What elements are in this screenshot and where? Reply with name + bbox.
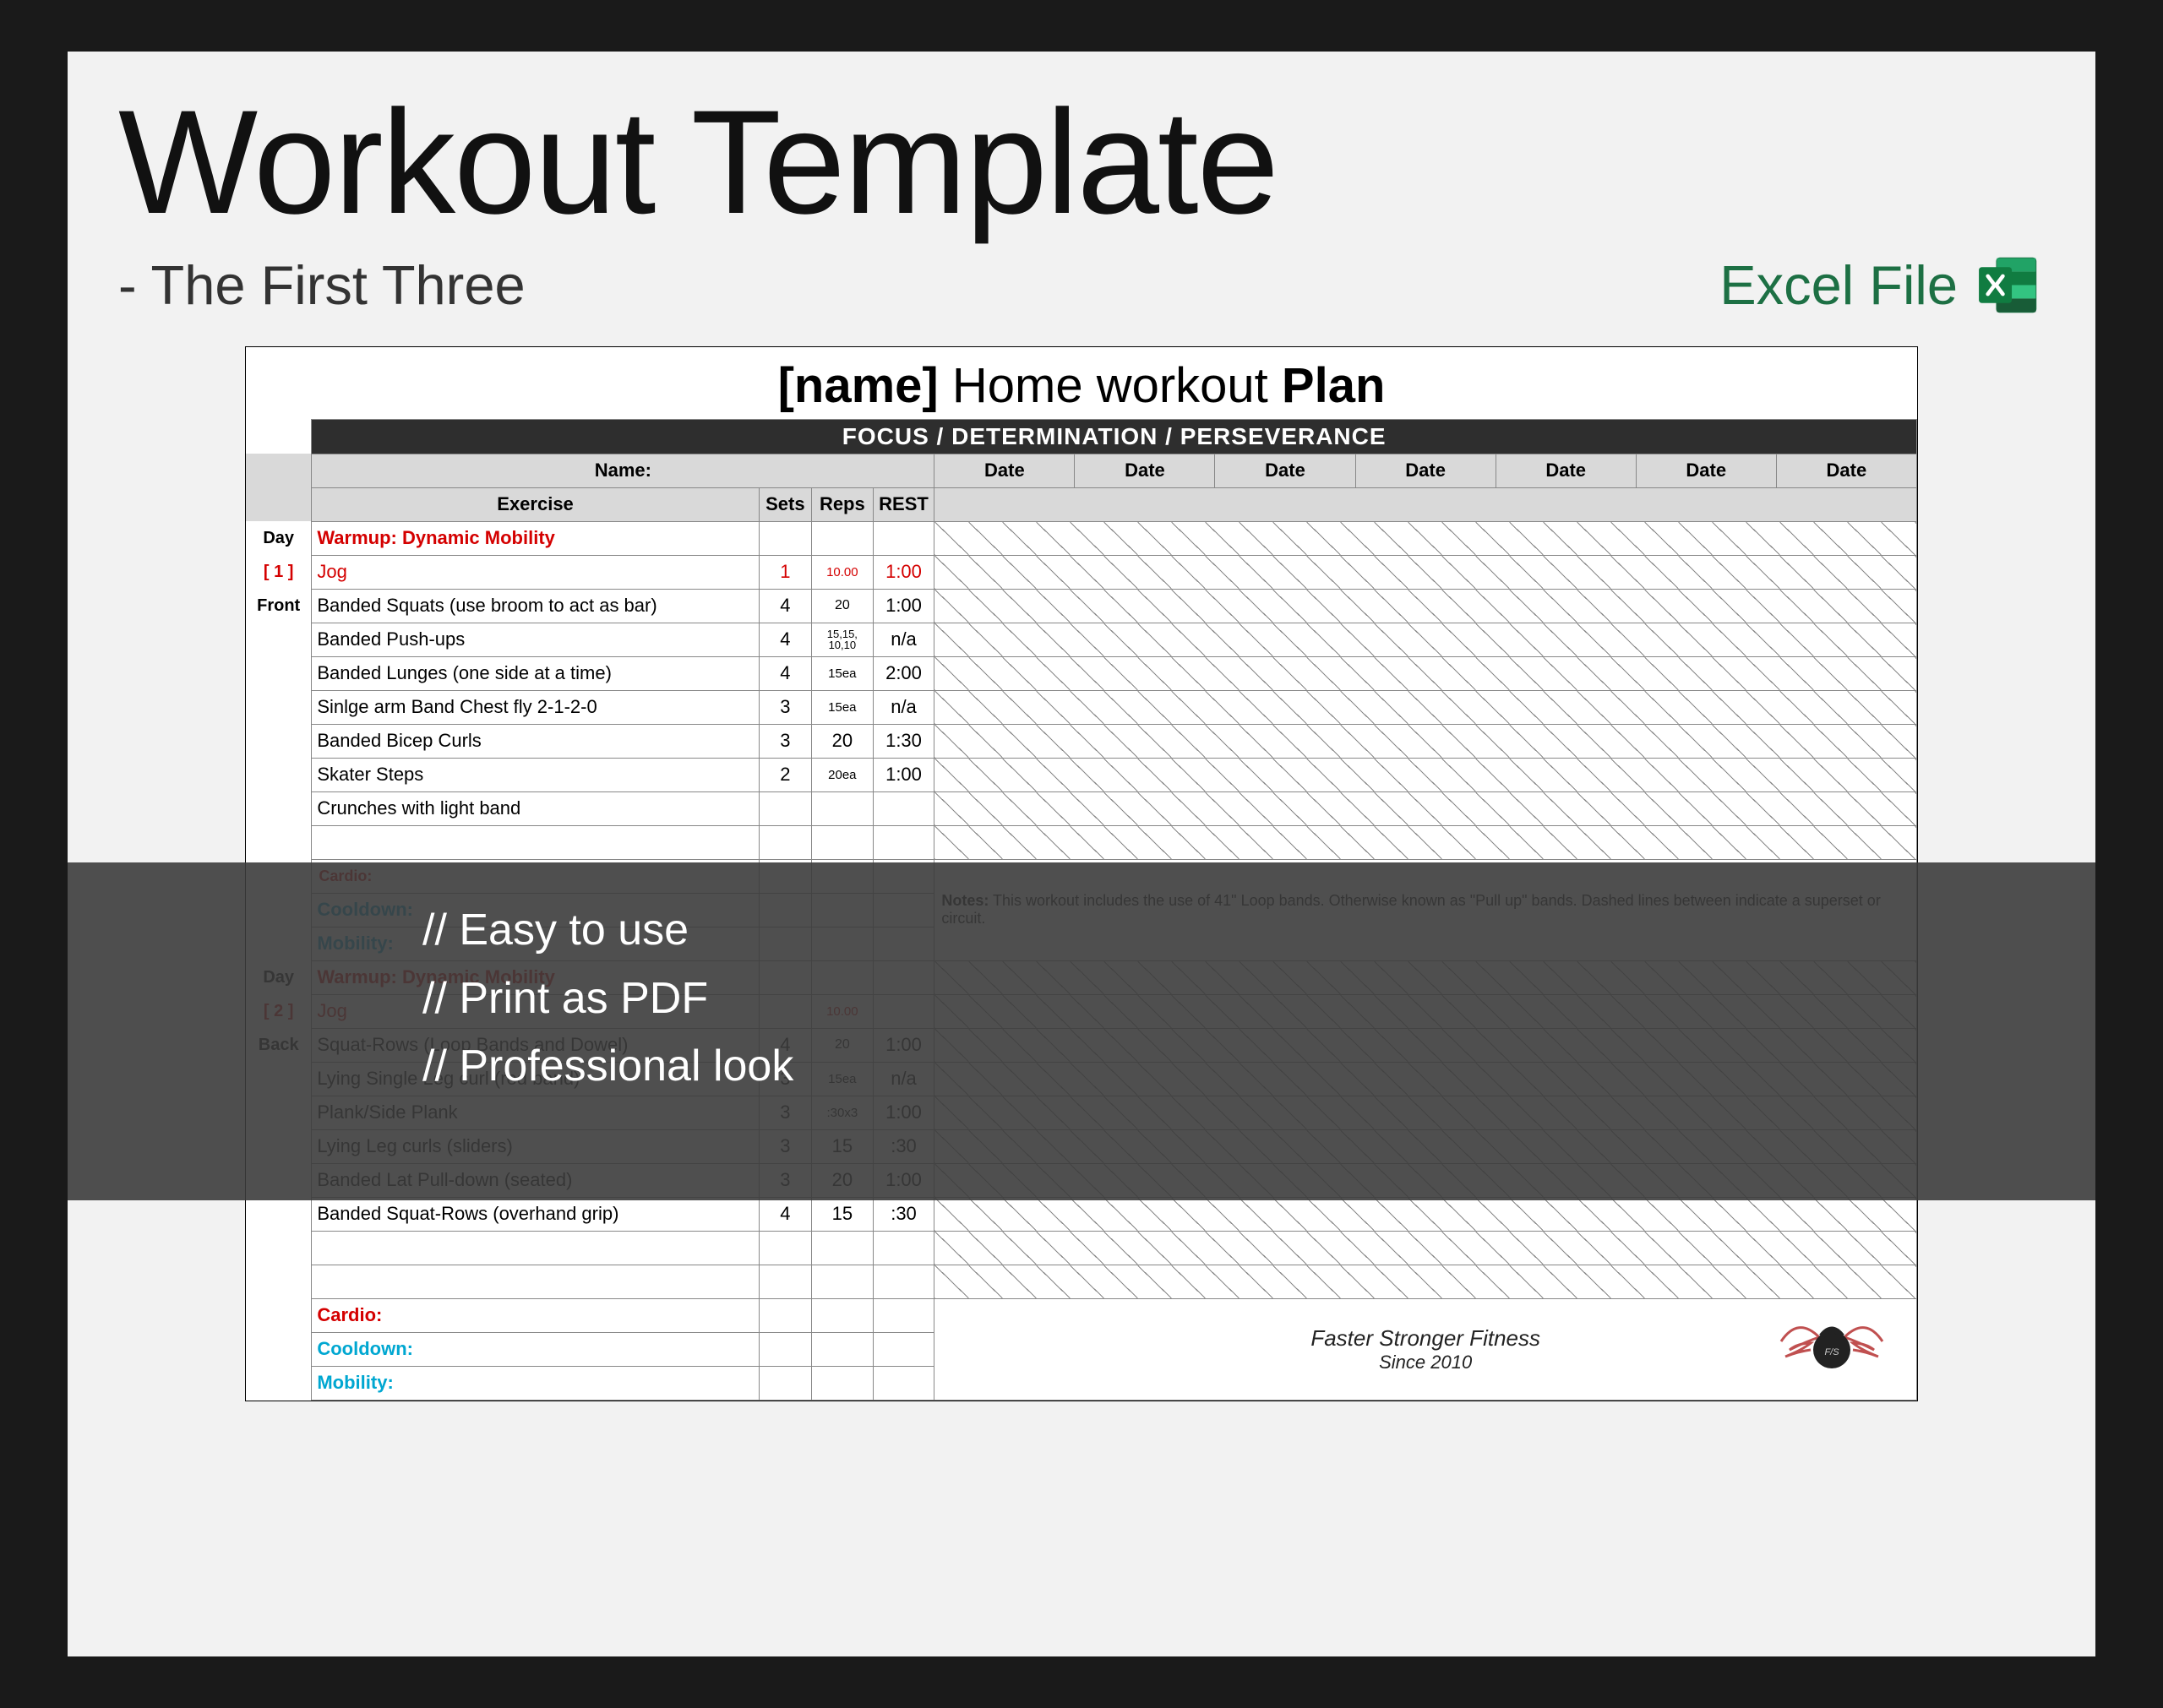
kettlebell-wings-icon: F/S	[1764, 1308, 1899, 1381]
day1-label-top: Day	[246, 521, 312, 555]
mobility-label: Mobility:	[312, 1366, 759, 1400]
day1-label-side: Front	[246, 589, 312, 623]
col-rest: REST	[873, 487, 934, 521]
col-exercise: Exercise	[312, 487, 759, 521]
cardio-label: Cardio:	[312, 1298, 759, 1332]
table-row	[246, 1265, 1917, 1298]
date-header: Date	[1075, 454, 1215, 487]
table-row	[246, 1231, 1917, 1265]
plan-title-suffix: Plan	[1282, 358, 1386, 413]
feature-line-2: // Print as PDF	[422, 965, 1741, 1033]
day1-label-num: [ 1 ]	[246, 555, 312, 589]
page-title: Workout Template	[118, 85, 2045, 241]
exercise-name: Jog	[312, 555, 759, 589]
feature-line-1: // Easy to use	[422, 896, 1741, 965]
date-header: Date	[1776, 454, 1916, 487]
table-row: Front Banded Squats (use broom to act as…	[246, 589, 1917, 623]
plan-title-name: [name]	[778, 358, 939, 413]
date-header: Date	[1355, 454, 1496, 487]
excel-icon	[1973, 249, 2045, 321]
day1-warmup-row: Day Warmup: Dynamic Mobility	[246, 521, 1917, 555]
banner-text: FOCUS / DETERMINATION / PERSEVERANCE	[312, 419, 1917, 454]
name-label: Name:	[312, 454, 934, 487]
date-header: Date	[1496, 454, 1636, 487]
excel-file-label: Excel File	[1719, 249, 2045, 321]
day1-warmup: Warmup: Dynamic Mobility	[312, 521, 759, 555]
table-row: Banded Squat-Rows (overhand grip) 4 15 :…	[246, 1197, 1917, 1231]
table-row	[246, 825, 1917, 859]
date-header: Date	[934, 454, 1075, 487]
date-header: Date	[1215, 454, 1355, 487]
feature-line-3: // Professional look	[422, 1032, 1741, 1101]
table-row: [ 1 ] Jog 1 10.00 1:00	[246, 555, 1917, 589]
table-row: Sinlge arm Band Chest fly 2-1-2-0 3 15ea…	[246, 690, 1917, 724]
page-frame: Workout Template - The First Three Excel…	[68, 52, 2095, 1656]
plan-title-mid: Home workout	[939, 358, 1282, 413]
table-row: Banded Bicep Curls 3 20 1:30	[246, 724, 1917, 758]
footer-brand: Faster Stronger Fitness	[1310, 1325, 1540, 1351]
svg-text:F/S: F/S	[1824, 1347, 1839, 1357]
col-reps: Reps	[812, 487, 874, 521]
table-row: Skater Steps 2 20ea 1:00	[246, 758, 1917, 791]
table-row: Banded Push-ups 4 15,15, 10,10 n/a	[246, 623, 1917, 656]
plan-title: [name] Home workout Plan	[246, 347, 1917, 419]
table-row: Cardio: Faster Stronger Fitness Since 20…	[246, 1298, 1917, 1332]
banner-row: FOCUS / DETERMINATION / PERSEVERANCE	[246, 419, 1917, 454]
footer-brand-cell: Faster Stronger Fitness Since 2010 F/S	[934, 1298, 1917, 1400]
name-row: Name: Date Date Date Date Date Date Date	[246, 454, 1917, 487]
col-sets: Sets	[759, 487, 811, 521]
excel-file-text: Excel File	[1719, 253, 1958, 317]
column-header-row: Exercise Sets Reps REST	[246, 487, 1917, 521]
table-row: Crunches with light band	[246, 791, 1917, 825]
cooldown-label: Cooldown:	[312, 1332, 759, 1366]
subtitle-row: - The First Three Excel File	[118, 249, 2045, 321]
page-subtitle: - The First Three	[118, 253, 526, 317]
features-overlay: // Easy to use // Print as PDF // Profes…	[68, 862, 2095, 1200]
date-header: Date	[1636, 454, 1776, 487]
table-row: Banded Lunges (one side at a time) 4 15e…	[246, 656, 1917, 690]
